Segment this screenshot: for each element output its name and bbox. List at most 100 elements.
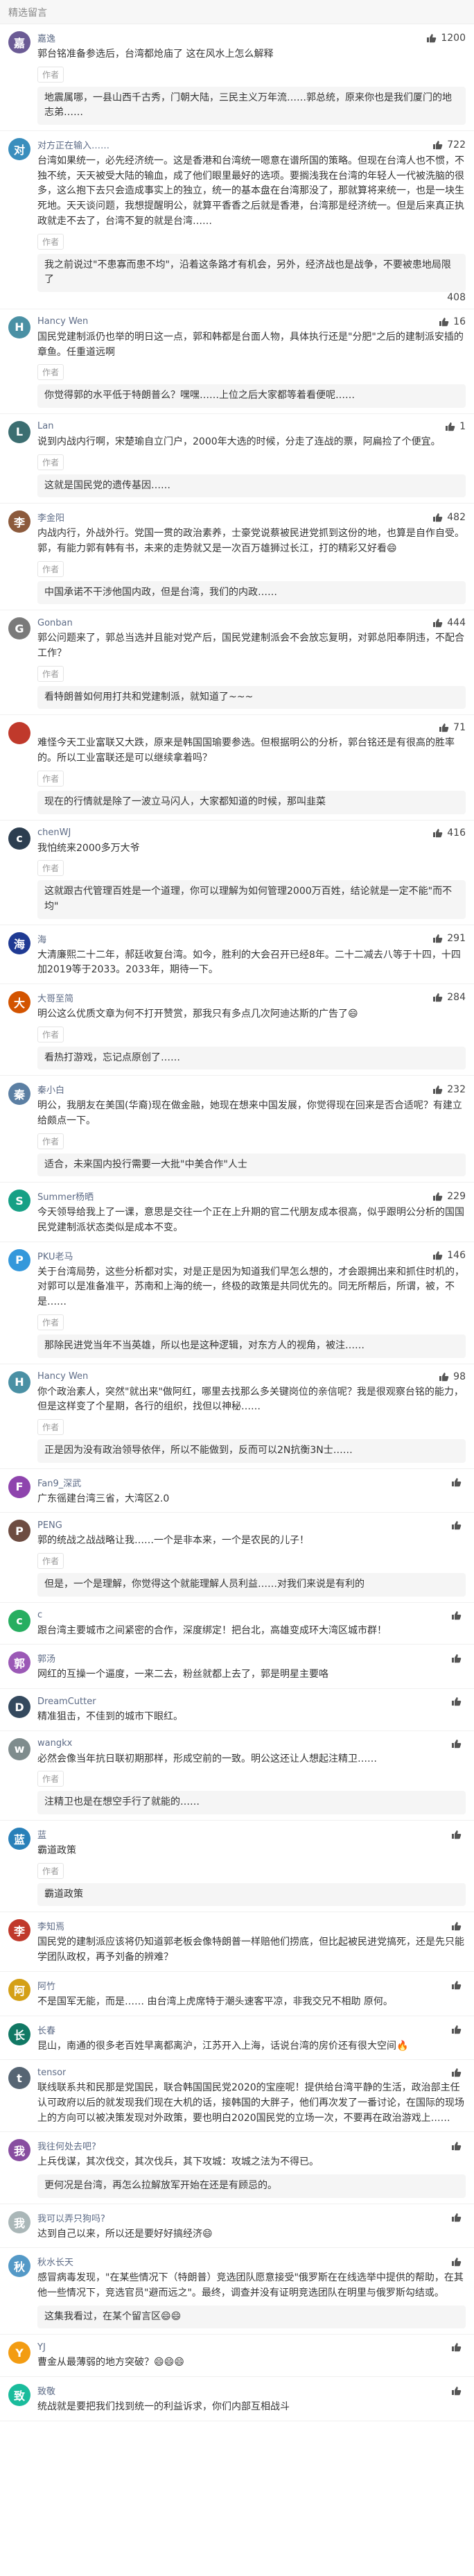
username[interactable]: DreamCutter (37, 1697, 96, 1707)
username[interactable]: chenWJ (37, 827, 71, 838)
avatar[interactable]: w (8, 1737, 30, 1760)
avatar[interactable]: 对 (8, 138, 30, 161)
like-button[interactable] (450, 1738, 466, 1749)
avatar[interactable]: 阿 (8, 1978, 30, 2001)
avatar[interactable]: D (8, 1696, 30, 1718)
like-button[interactable] (450, 1520, 466, 1531)
username[interactable]: YJ (37, 2342, 46, 2353)
like-button[interactable] (450, 2024, 466, 2035)
like-button[interactable] (450, 2256, 466, 2267)
username[interactable]: 李知焉 (37, 1919, 64, 1932)
username[interactable]: PKU老马 (37, 1249, 73, 1262)
username[interactable]: 嘉逸 (37, 31, 55, 44)
like-button[interactable] (450, 2140, 466, 2152)
like-button[interactable]: 1 (444, 421, 466, 432)
avatar[interactable]: c (8, 827, 30, 850)
username[interactable]: 郭汤 (37, 1651, 55, 1665)
comment-content: 昆山，南通的很多老百姓早离都离沪，江苏开入上海，话说台湾的房价还有很大空间🔥 (37, 2040, 409, 2052)
like-button[interactable]: 284 (432, 992, 466, 1003)
username[interactable]: 对方正在输入…… (37, 138, 109, 151)
thumbs-up-icon (452, 2141, 462, 2151)
avatar[interactable]: 秋 (8, 2255, 30, 2278)
like-button[interactable]: 416 (432, 827, 466, 839)
avatar[interactable]: 大 (8, 990, 30, 1013)
like-button[interactable] (450, 1477, 466, 1488)
username[interactable]: Fan9_深武 (37, 1476, 81, 1489)
avatar[interactable]: 海 (8, 931, 30, 954)
avatar[interactable]: 李 (8, 1919, 30, 1942)
username[interactable]: 我可以弄只狗吗? (37, 2211, 105, 2224)
username[interactable]: PENG (37, 1520, 62, 1531)
username[interactable]: Summer杨晒 (37, 1190, 94, 1203)
avatar[interactable]: P (8, 1248, 30, 1271)
like-button[interactable]: 146 (432, 1250, 466, 1261)
avatar[interactable]: 蓝 (8, 1828, 30, 1851)
like-button[interactable]: 229 (432, 1191, 466, 1202)
like-button[interactable] (450, 1610, 466, 1621)
avatar[interactable]: P (8, 1520, 30, 1543)
username[interactable]: 秦小白 (37, 1083, 64, 1096)
thumbs-up-icon (439, 1372, 449, 1381)
username[interactable]: 阿竹 (37, 1979, 55, 1992)
username[interactable]: 秋水长天 (37, 2255, 73, 2268)
thumbs-up-icon (452, 2068, 462, 2077)
username[interactable]: Hancy Wen (37, 1371, 88, 1382)
username[interactable]: 大哥至简 (37, 991, 73, 1004)
comment-body: 秦小白 232 明公，我朋友在美国(华裔)现在做金融，她现在想来中国发展，你觉得现在… (37, 1083, 466, 1177)
like-button[interactable]: 16 (438, 316, 466, 327)
comment-body: Gonban 444 郭公问题来了，郭总当选并且能对党产后，国民党建制派会不会放忘复… (37, 617, 466, 710)
comment-meta: 李金阳 482 (37, 510, 466, 524)
like-button[interactable] (450, 2212, 466, 2223)
like-button[interactable] (450, 1980, 466, 1991)
avatar[interactable]: 嘉 (8, 31, 30, 53)
avatar[interactable]: G (8, 617, 30, 640)
like-button[interactable]: 444 (432, 617, 466, 628)
like-button[interactable]: 232 (432, 1084, 466, 1095)
like-button[interactable] (450, 1921, 466, 1932)
like-button[interactable] (450, 1696, 466, 1707)
username[interactable]: Hancy Wen (37, 316, 88, 327)
username[interactable]: 海 (37, 932, 46, 945)
like-button[interactable]: 1200 (425, 33, 466, 44)
username[interactable]: 我往何处去吧? (37, 2139, 96, 2152)
username[interactable]: c (37, 1610, 42, 1620)
username[interactable]: 蓝 (37, 1828, 46, 1841)
avatar[interactable]: t (8, 2067, 30, 2090)
avatar[interactable]: L (8, 420, 30, 443)
like-button[interactable] (450, 1829, 466, 1840)
username[interactable]: 长春 (37, 2023, 55, 2036)
avatar[interactable]: H (8, 316, 30, 338)
like-button[interactable]: 722 (432, 139, 466, 151)
avatar[interactable]: F (8, 1475, 30, 1498)
avatar[interactable] (8, 722, 30, 745)
like-button[interactable]: 71 (438, 722, 466, 733)
avatar[interactable]: 我 (8, 2210, 30, 2233)
like-count: 722 (447, 139, 466, 151)
avatar[interactable]: Y (8, 2342, 30, 2364)
like-button[interactable]: 482 (432, 512, 466, 523)
avatar[interactable]: 长 (8, 2023, 30, 2045)
username[interactable]: wangkx (37, 1738, 72, 1749)
author-reply: 注精卫也是在想空手行了就能的…… (37, 1791, 466, 1815)
avatar[interactable]: S (8, 1190, 30, 1212)
like-button[interactable] (450, 2067, 466, 2078)
like-button[interactable] (450, 2385, 466, 2396)
like-button[interactable] (450, 1653, 466, 1664)
username[interactable]: tensor (37, 2068, 66, 2078)
username[interactable]: Lan (37, 421, 53, 431)
reply-like-count[interactable]: 408 (37, 292, 466, 303)
username[interactable]: 致敬 (37, 2384, 55, 2397)
avatar[interactable]: 我 (8, 2139, 30, 2162)
like-button[interactable] (450, 2342, 466, 2353)
avatar[interactable]: 李 (8, 510, 30, 533)
avatar[interactable]: 郭 (8, 1651, 30, 1674)
username[interactable]: Gonban (37, 618, 73, 628)
avatar[interactable]: H (8, 1371, 30, 1393)
avatar[interactable]: 秦 (8, 1083, 30, 1106)
username[interactable]: 李金阳 (37, 510, 64, 524)
avatar[interactable]: c (8, 1609, 30, 1632)
thumbs-up-icon (446, 422, 455, 431)
like-button[interactable]: 291 (432, 933, 466, 944)
like-button[interactable]: 98 (438, 1371, 466, 1382)
avatar[interactable]: 致 (8, 2384, 30, 2407)
